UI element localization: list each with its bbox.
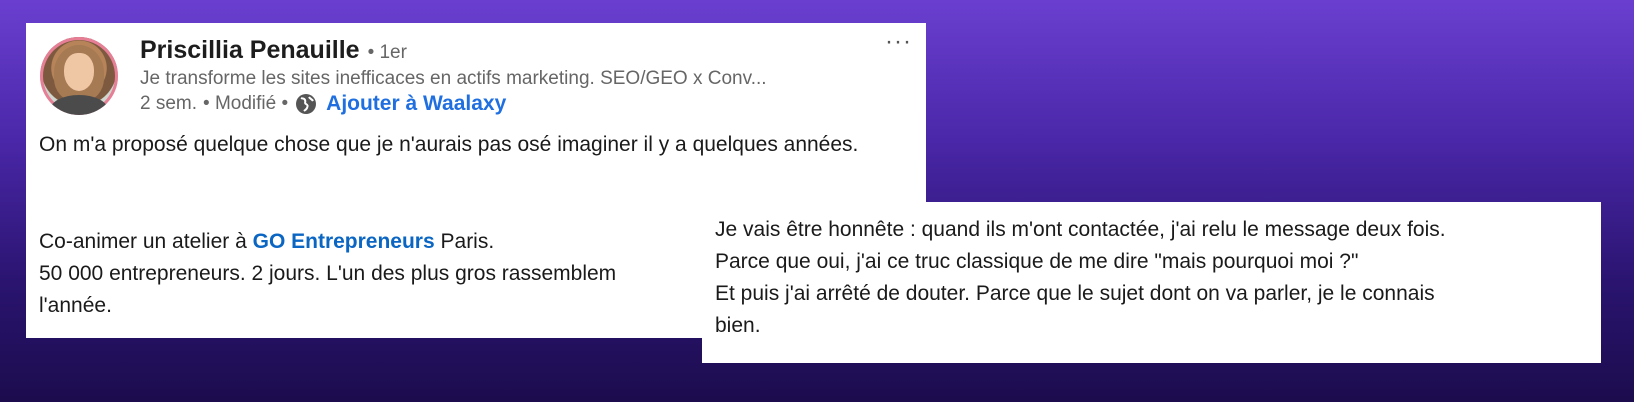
overlay-line: Je vais être honnête : quand ils m'ont c… <box>715 218 1446 241</box>
post-paragraph-1: On m'a proposé quelque chose que je n'au… <box>39 133 859 156</box>
go-entrepreneurs-link[interactable]: GO Entrepreneurs <box>253 230 435 253</box>
post-time: 2 sem. <box>140 93 198 114</box>
connection-degree: • 1er <box>367 42 407 63</box>
post-text: Paris. <box>434 230 495 253</box>
overlay-line: bien. <box>715 314 761 337</box>
overlay-line: Parce que oui, j'ai ce truc classique de… <box>715 250 1359 273</box>
author-headline: Je transforme les sites inefficaces en a… <box>140 68 767 89</box>
author-name-row: Priscillia Penauille • 1er <box>140 36 407 65</box>
post-meta: 2 sem. • Modifié • Ajouter à Waalaxy <box>140 92 506 116</box>
post-edited: • Modifié • <box>203 93 289 114</box>
post-text: Co-animer un atelier à <box>39 230 253 253</box>
add-to-waalaxy-button[interactable]: Ajouter à Waalaxy <box>326 92 506 116</box>
author-avatar[interactable] <box>40 37 118 115</box>
author-name[interactable]: Priscillia Penauille <box>140 36 360 65</box>
overlay-line: Et puis j'ai arrêté de douter. Parce que… <box>715 282 1435 305</box>
globe-icon <box>296 94 317 114</box>
overlay-text-card: Je vais être honnête : quand ils m'ont c… <box>702 202 1601 363</box>
more-horizontal-icon[interactable]: ··· <box>885 30 912 54</box>
overlay-paragraph: Je vais être honnête : quand ils m'ont c… <box>715 214 1587 342</box>
